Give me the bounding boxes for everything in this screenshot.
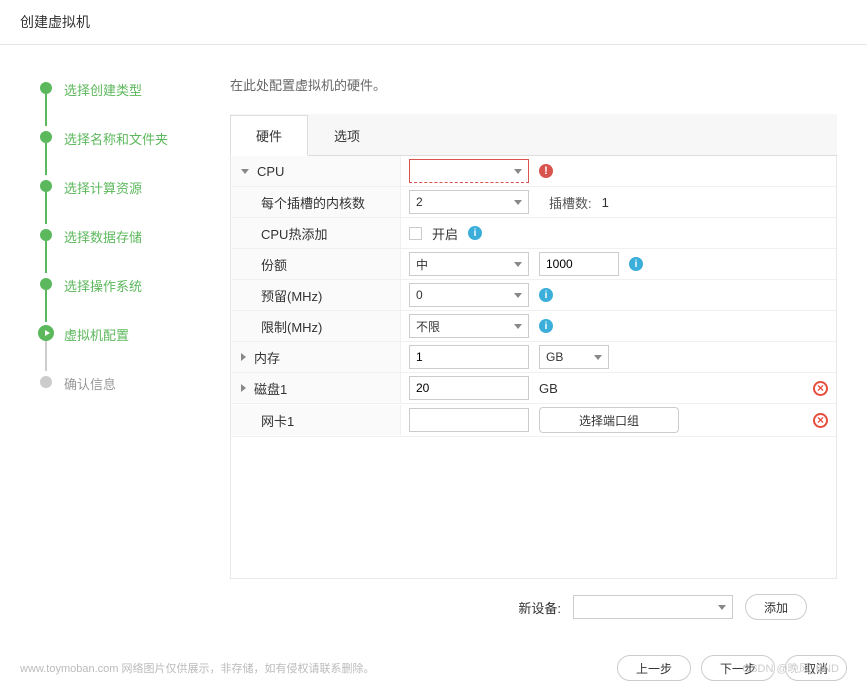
chevron-down-icon xyxy=(718,605,726,610)
step-line xyxy=(45,339,47,371)
label-limit: 限制(MHz) xyxy=(231,311,401,341)
hotadd-checkbox-label: 开启 xyxy=(432,224,458,243)
nic1-input[interactable] xyxy=(409,408,529,432)
label-memory[interactable]: 内存 xyxy=(231,342,401,372)
hardware-form: CPU ! 每个插槽的内核数 2 插槽数: xyxy=(230,156,837,579)
chevron-right-icon[interactable] xyxy=(241,353,246,361)
step-current-icon xyxy=(38,325,54,341)
content-area: 在此处配置虚拟机的硬件。 硬件 选项 CPU ! xyxy=(200,45,867,645)
step-line xyxy=(45,290,47,322)
sockets-value: 1 xyxy=(602,195,609,210)
row-cores: 每个插槽的内核数 2 插槽数: 1 xyxy=(231,187,836,218)
cpu-select[interactable] xyxy=(409,159,529,183)
step-dot-icon xyxy=(40,376,52,388)
step-select-storage[interactable]: 选择数据存储 xyxy=(40,227,180,246)
step-confirm: 确认信息 xyxy=(40,374,180,393)
share-value-input[interactable] xyxy=(539,252,619,276)
row-disk1: 磁盘1 GB × xyxy=(231,373,836,404)
label-cpu[interactable]: CPU xyxy=(231,156,401,186)
select-port-group-button[interactable]: 选择端口组 xyxy=(539,407,679,433)
step-select-name[interactable]: 选择名称和文件夹 xyxy=(40,129,180,148)
chevron-down-icon xyxy=(514,169,522,174)
chevron-down-icon xyxy=(514,293,522,298)
chevron-down-icon[interactable] xyxy=(241,169,249,174)
new-device-row: 新设备: 添加 xyxy=(230,579,837,635)
prev-button[interactable]: 上一步 xyxy=(617,655,691,681)
step-dot-icon xyxy=(40,180,52,192)
step-dot-icon xyxy=(40,82,52,94)
row-limit: 限制(MHz) 不限 i xyxy=(231,311,836,342)
step-dot-icon xyxy=(40,131,52,143)
limit-select[interactable]: 不限 xyxy=(409,314,529,338)
disk1-input[interactable] xyxy=(409,376,529,400)
tab-hardware[interactable]: 硬件 xyxy=(230,115,308,156)
step-select-compute[interactable]: 选择计算资源 xyxy=(40,178,180,197)
add-device-button[interactable]: 添加 xyxy=(745,594,807,620)
info-icon[interactable]: i xyxy=(539,288,553,302)
wizard-steps: 选择创建类型 选择名称和文件夹 选择计算资源 选择数据存储 选择操作系统 虚拟机… xyxy=(0,45,200,645)
reserve-select[interactable]: 0 xyxy=(409,283,529,307)
step-label: 选择计算资源 xyxy=(64,181,142,196)
tab-bar: 硬件 选项 xyxy=(230,114,837,156)
info-icon[interactable]: i xyxy=(629,257,643,271)
next-button[interactable]: 下一步 xyxy=(701,655,775,681)
new-device-select[interactable] xyxy=(573,595,733,619)
dialog-footer: www.toymoban.com 网络图片仅供展示，非存储，如有侵权请联系删除。… xyxy=(0,645,867,691)
step-dot-icon xyxy=(40,278,52,290)
watermark-left: www.toymoban.com 网络图片仅供展示，非存储，如有侵权请联系删除。 xyxy=(20,660,374,676)
row-hotadd: CPU热添加 开启 i xyxy=(231,218,836,249)
info-icon[interactable]: i xyxy=(468,226,482,240)
step-select-os[interactable]: 选择操作系统 xyxy=(40,276,180,295)
step-line xyxy=(45,143,47,175)
chevron-down-icon xyxy=(514,262,522,267)
page-description: 在此处配置虚拟机的硬件。 xyxy=(230,75,837,94)
info-icon[interactable]: i xyxy=(539,319,553,333)
label-hotadd: CPU热添加 xyxy=(231,218,401,248)
step-select-type[interactable]: 选择创建类型 xyxy=(40,80,180,99)
dialog-title: 创建虚拟机 xyxy=(0,0,867,45)
step-label: 选择名称和文件夹 xyxy=(64,132,168,147)
step-vm-config[interactable]: 虚拟机配置 xyxy=(40,325,180,344)
row-nic1: 网卡1 选择端口组 × xyxy=(231,404,836,437)
label-cores: 每个插槽的内核数 xyxy=(231,187,401,217)
step-line xyxy=(45,241,47,273)
step-line xyxy=(45,94,47,126)
share-select[interactable]: 中 xyxy=(409,252,529,276)
cores-select[interactable]: 2 xyxy=(409,190,529,214)
tab-options[interactable]: 选项 xyxy=(308,115,386,156)
hotadd-checkbox[interactable] xyxy=(409,227,422,240)
label-nic1: 网卡1 xyxy=(231,405,401,435)
sockets-label: 插槽数: xyxy=(549,193,592,212)
delete-icon[interactable]: × xyxy=(813,413,828,428)
chevron-down-icon xyxy=(514,324,522,329)
step-label: 选择操作系统 xyxy=(64,279,142,294)
cancel-button[interactable]: 取消 xyxy=(785,655,847,681)
delete-icon[interactable]: × xyxy=(813,381,828,396)
row-memory: 内存 GB xyxy=(231,342,836,373)
disk1-unit: GB xyxy=(539,381,558,396)
step-label: 确认信息 xyxy=(64,377,116,392)
step-dot-icon xyxy=(40,229,52,241)
chevron-down-icon xyxy=(594,355,602,360)
label-share: 份额 xyxy=(231,249,401,279)
step-label: 选择数据存储 xyxy=(64,230,142,245)
label-reserve: 预留(MHz) xyxy=(231,280,401,310)
label-disk1[interactable]: 磁盘1 xyxy=(231,373,401,403)
error-icon: ! xyxy=(539,164,553,178)
chevron-right-icon[interactable] xyxy=(241,384,246,392)
chevron-down-icon xyxy=(514,200,522,205)
row-reserve: 预留(MHz) 0 i xyxy=(231,280,836,311)
memory-input[interactable] xyxy=(409,345,529,369)
step-label: 虚拟机配置 xyxy=(64,328,129,343)
row-share: 份额 中 i xyxy=(231,249,836,280)
new-device-label: 新设备: xyxy=(518,598,561,617)
memory-unit-select[interactable]: GB xyxy=(539,345,609,369)
row-cpu: CPU ! xyxy=(231,156,836,187)
step-line xyxy=(45,192,47,224)
step-label: 选择创建类型 xyxy=(64,83,142,98)
dialog-body: 选择创建类型 选择名称和文件夹 选择计算资源 选择数据存储 选择操作系统 虚拟机… xyxy=(0,45,867,645)
